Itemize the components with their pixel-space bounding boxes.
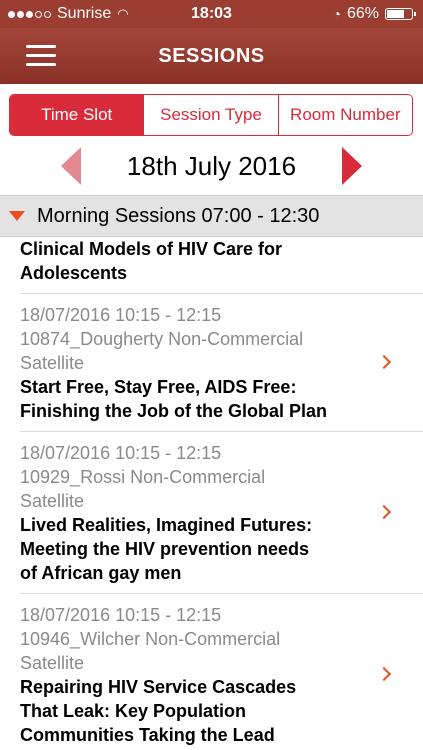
session-title-line: Clinical Models of HIV Care for	[20, 239, 283, 259]
chevron-right-icon	[376, 666, 392, 681]
filter-segmented-control: Time Slot Session Type Room Number	[9, 94, 413, 136]
session-time: 18/07/2016 10:15 - 12:15	[20, 443, 222, 463]
session-code-line: Satellite	[20, 653, 85, 673]
nav-bar: SESSIONS	[0, 28, 423, 84]
battery-icon	[385, 8, 416, 20]
tab-room-number[interactable]: Room Number	[277, 95, 412, 135]
next-day-arrow-icon[interactable]	[342, 147, 362, 185]
session-time: 18/07/2016 10:15 - 12:15	[20, 305, 222, 325]
chevron-right-icon	[376, 504, 392, 519]
session-title-line: Start Free, Stay Free, AIDS Free:	[20, 377, 297, 397]
section-label: Morning Sessions 07:00 - 12:30	[37, 205, 320, 227]
session-list: Clinical Models of HIV Care for Adolesce…	[0, 237, 423, 750]
session-item[interactable]: Clinical Models of HIV Care for Adolesce…	[20, 237, 423, 294]
session-item[interactable]: 18/07/2016 10:15 - 12:15 10946_Wilcher N…	[20, 594, 423, 750]
session-code-line: Satellite	[20, 353, 85, 373]
session-title-line: That Leak: Key Population	[20, 701, 247, 721]
session-title-line: Communities Taking the Lead	[20, 725, 275, 745]
battery-percent: 66%	[346, 5, 379, 22]
session-title-line: of African gay men	[20, 563, 182, 583]
session-code-line: 10874_Dougherty Non-Commercial	[20, 329, 304, 349]
session-title-line: Meeting the HIV prevention needs	[20, 539, 310, 559]
session-item[interactable]: 18/07/2016 10:15 - 12:15 10874_Dougherty…	[20, 294, 423, 432]
tab-time-slot[interactable]: Time Slot	[10, 95, 144, 135]
date-navigator: 18th July 2016	[0, 145, 423, 187]
session-title-line: Finishing the Job of the Global Plan	[20, 401, 328, 421]
session-code-line: 10929_Rossi Non-Commercial	[20, 467, 266, 487]
session-title-line: Adolescents	[20, 263, 128, 283]
page-title: SESSIONS	[158, 45, 265, 67]
session-time: 18/07/2016 10:15 - 12:15	[20, 605, 222, 625]
section-header-morning[interactable]: Morning Sessions 07:00 - 12:30	[0, 195, 423, 237]
session-code-line: 10946_Wilcher Non-Commercial	[20, 629, 281, 649]
collapse-caret-icon	[9, 211, 25, 221]
status-bar: Sunrise ◠ 18:03 ◔ 66%	[0, 0, 423, 28]
chevron-right-icon	[376, 354, 392, 369]
session-title-line: Lived Realities, Imagined Futures:	[20, 515, 313, 535]
session-item[interactable]: 18/07/2016 10:15 - 12:15 10929_Rossi Non…	[20, 432, 423, 594]
rotation-lock-icon: ◔	[332, 6, 341, 22]
tab-session-type[interactable]: Session Type	[143, 95, 277, 135]
session-title-line: Repairing HIV Service Cascades	[20, 677, 297, 697]
session-code-line: Satellite	[20, 491, 85, 511]
